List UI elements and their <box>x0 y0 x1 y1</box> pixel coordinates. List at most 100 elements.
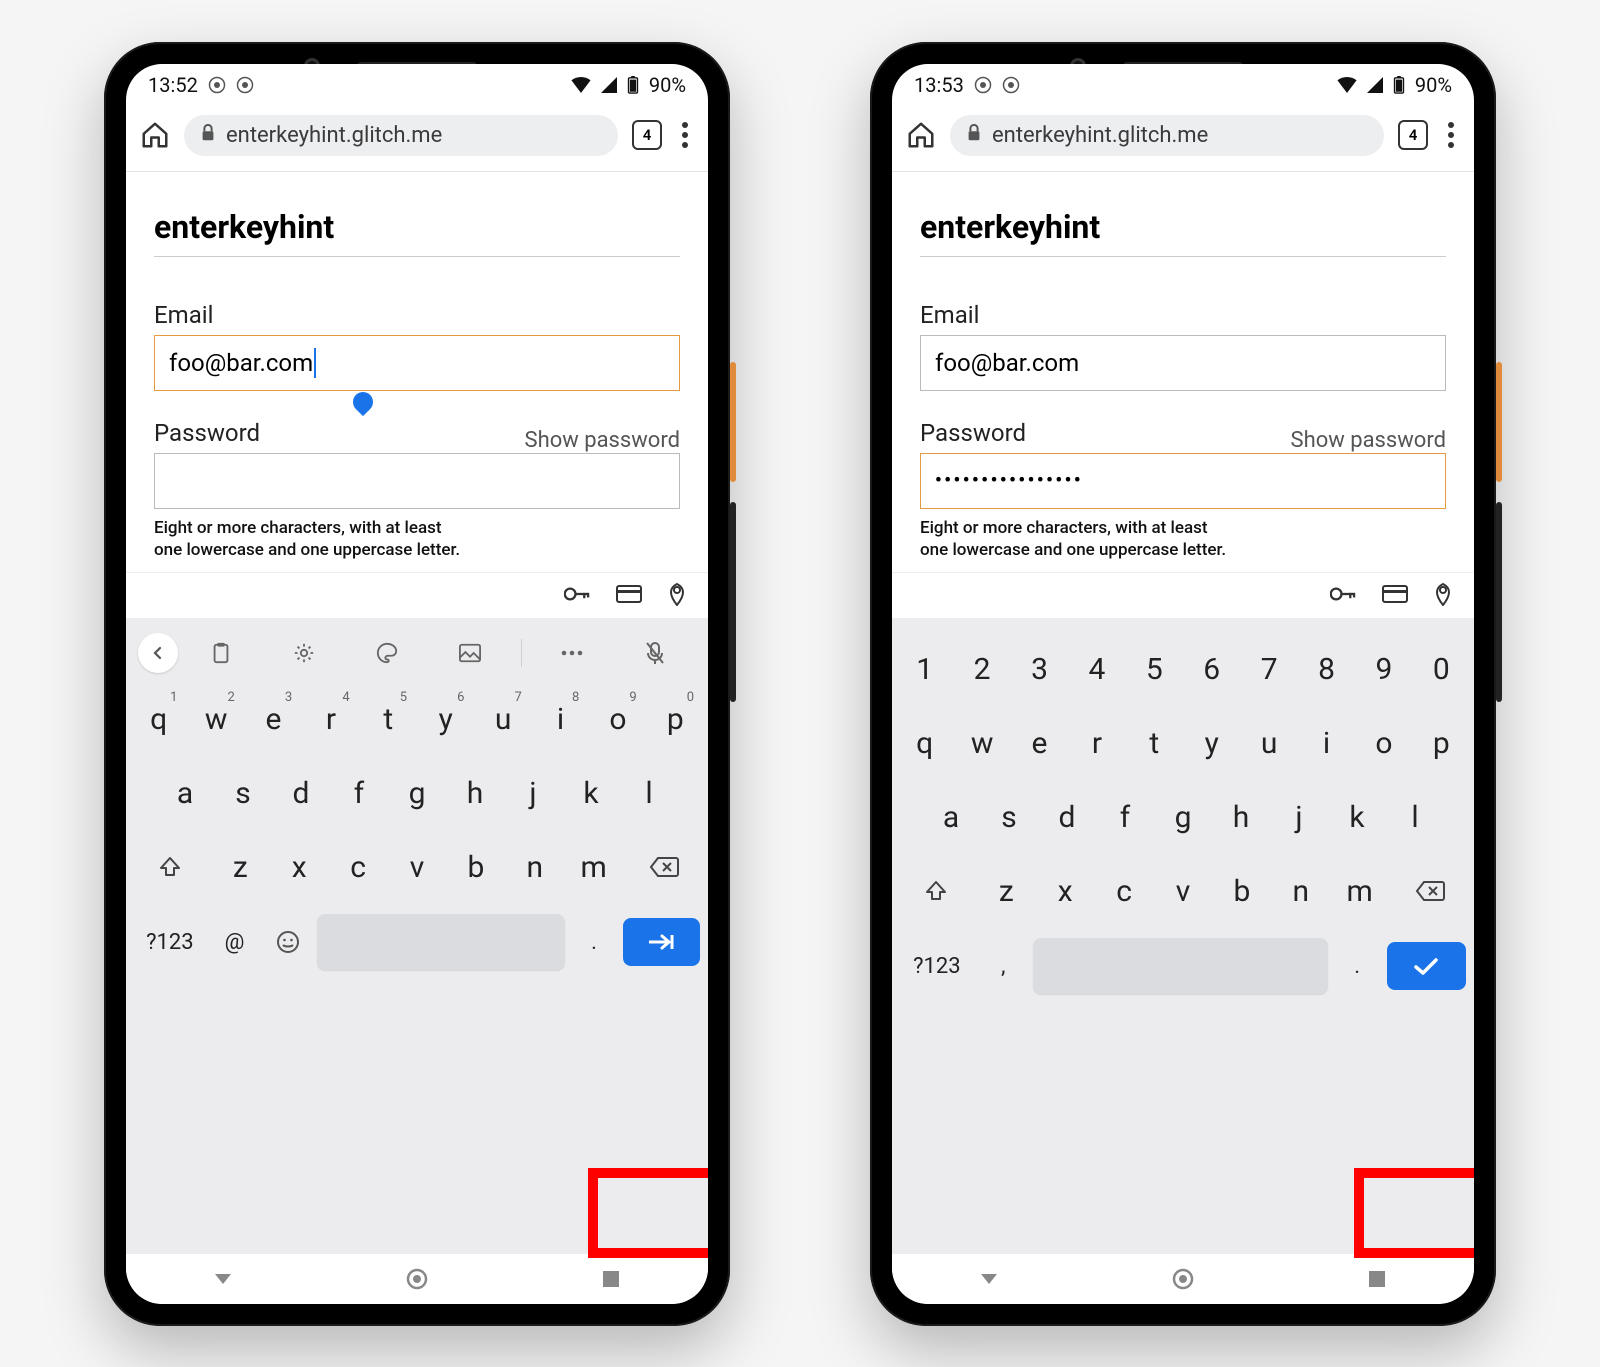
key-h[interactable]: h <box>448 760 502 826</box>
key-y[interactable]: y6 <box>419 686 472 752</box>
key-g[interactable]: g <box>1156 784 1210 850</box>
password-field[interactable]: •••••••••••••••• <box>920 453 1446 509</box>
key-b[interactable]: b <box>448 834 503 900</box>
key-x[interactable]: x <box>1038 858 1093 924</box>
key-g[interactable]: g <box>390 760 444 826</box>
key-s[interactable]: s <box>982 784 1036 850</box>
key-x[interactable]: x <box>272 834 327 900</box>
nav-back-icon[interactable] <box>209 1265 237 1293</box>
mic-off-icon[interactable] <box>615 633 696 673</box>
key-o[interactable]: o9 <box>591 686 644 752</box>
key-q[interactable]: q <box>898 710 951 776</box>
comma-key[interactable]: , <box>978 938 1029 994</box>
period-key[interactable]: . <box>569 914 619 970</box>
address-bar[interactable]: enterkeyhint.glitch.me <box>184 115 618 156</box>
tab-switcher[interactable]: 4 <box>1398 120 1428 150</box>
key-m[interactable]: m <box>1332 858 1387 924</box>
clipboard-icon[interactable] <box>180 633 261 673</box>
key-s[interactable]: s <box>216 760 270 826</box>
key-u[interactable]: u7 <box>476 686 529 752</box>
key-t[interactable]: t <box>1128 710 1181 776</box>
key-t[interactable]: t5 <box>362 686 415 752</box>
key-icon[interactable] <box>1330 586 1356 606</box>
key-f[interactable]: f <box>1098 784 1152 850</box>
enter-key-done[interactable] <box>1387 942 1466 990</box>
key-n[interactable]: n <box>507 834 562 900</box>
symbols-key[interactable]: ?123 <box>134 914 206 970</box>
symbols-key[interactable]: ?123 <box>900 938 974 994</box>
nav-home-icon[interactable] <box>1169 1265 1197 1293</box>
more-icon[interactable] <box>532 633 613 673</box>
key-b[interactable]: b <box>1214 858 1269 924</box>
key-y[interactable]: y <box>1185 710 1238 776</box>
key-6[interactable]: 6 <box>1185 636 1238 702</box>
space-key[interactable] <box>1033 938 1328 994</box>
gear-icon[interactable] <box>263 633 344 673</box>
location-pin-icon[interactable] <box>668 582 686 610</box>
home-icon[interactable] <box>140 120 170 150</box>
key-i[interactable]: i <box>1300 710 1353 776</box>
emoji-key[interactable] <box>263 914 313 970</box>
key-f[interactable]: f <box>332 760 386 826</box>
key-c[interactable]: c <box>331 834 386 900</box>
key-q[interactable]: q1 <box>132 686 185 752</box>
key-e[interactable]: e3 <box>247 686 300 752</box>
image-icon[interactable] <box>430 633 511 673</box>
address-bar[interactable]: enterkeyhint.glitch.me <box>950 115 1384 156</box>
location-pin-icon[interactable] <box>1434 582 1452 610</box>
key-m[interactable]: m <box>566 834 621 900</box>
key-a[interactable]: a <box>924 784 978 850</box>
key-v[interactable]: v <box>1156 858 1211 924</box>
tab-switcher[interactable]: 4 <box>632 120 662 150</box>
show-password-toggle[interactable]: Show password <box>1291 428 1446 453</box>
shift-key[interactable] <box>898 858 975 924</box>
at-key[interactable]: @ <box>210 914 260 970</box>
overflow-menu-icon[interactable] <box>682 122 688 148</box>
key-4[interactable]: 4 <box>1070 636 1123 702</box>
key-k[interactable]: k <box>564 760 618 826</box>
key-j[interactable]: j <box>506 760 560 826</box>
key-e[interactable]: e <box>1013 710 1066 776</box>
key-8[interactable]: 8 <box>1300 636 1353 702</box>
key-r[interactable]: r4 <box>304 686 357 752</box>
key-r[interactable]: r <box>1070 710 1123 776</box>
nav-back-icon[interactable] <box>975 1265 1003 1293</box>
key-2[interactable]: 2 <box>955 636 1008 702</box>
shift-key[interactable] <box>132 834 209 900</box>
key-p[interactable]: p0 <box>649 686 702 752</box>
nav-recents-icon[interactable] <box>1363 1265 1391 1293</box>
key-h[interactable]: h <box>1214 784 1268 850</box>
key-l[interactable]: l <box>1388 784 1442 850</box>
credit-card-icon[interactable] <box>616 585 642 607</box>
key-3[interactable]: 3 <box>1013 636 1066 702</box>
key-z[interactable]: z <box>213 834 268 900</box>
key-o[interactable]: o <box>1357 710 1410 776</box>
key-1[interactable]: 1 <box>898 636 951 702</box>
show-password-toggle[interactable]: Show password <box>525 428 680 453</box>
key-i[interactable]: i8 <box>534 686 587 752</box>
nav-recents-icon[interactable] <box>597 1265 625 1293</box>
key-n[interactable]: n <box>1273 858 1328 924</box>
period-key[interactable]: . <box>1332 938 1383 994</box>
palette-icon[interactable] <box>346 633 427 673</box>
enter-key-next[interactable] <box>623 918 700 966</box>
key-k[interactable]: k <box>1330 784 1384 850</box>
key-l[interactable]: l <box>622 760 676 826</box>
email-field[interactable]: foo@bar.com <box>920 335 1446 391</box>
toolbar-back-button[interactable] <box>138 633 178 673</box>
home-icon[interactable] <box>906 120 936 150</box>
nav-home-icon[interactable] <box>403 1265 431 1293</box>
space-key[interactable] <box>317 914 565 970</box>
key-w[interactable]: w2 <box>189 686 242 752</box>
key-v[interactable]: v <box>390 834 445 900</box>
key-7[interactable]: 7 <box>1242 636 1295 702</box>
key-a[interactable]: a <box>158 760 212 826</box>
key-z[interactable]: z <box>979 858 1034 924</box>
key-0[interactable]: 0 <box>1415 636 1468 702</box>
key-w[interactable]: w <box>955 710 1008 776</box>
backspace-key[interactable] <box>1391 858 1468 924</box>
key-u[interactable]: u <box>1242 710 1295 776</box>
key-j[interactable]: j <box>1272 784 1326 850</box>
key-c[interactable]: c <box>1097 858 1152 924</box>
key-icon[interactable] <box>564 586 590 606</box>
